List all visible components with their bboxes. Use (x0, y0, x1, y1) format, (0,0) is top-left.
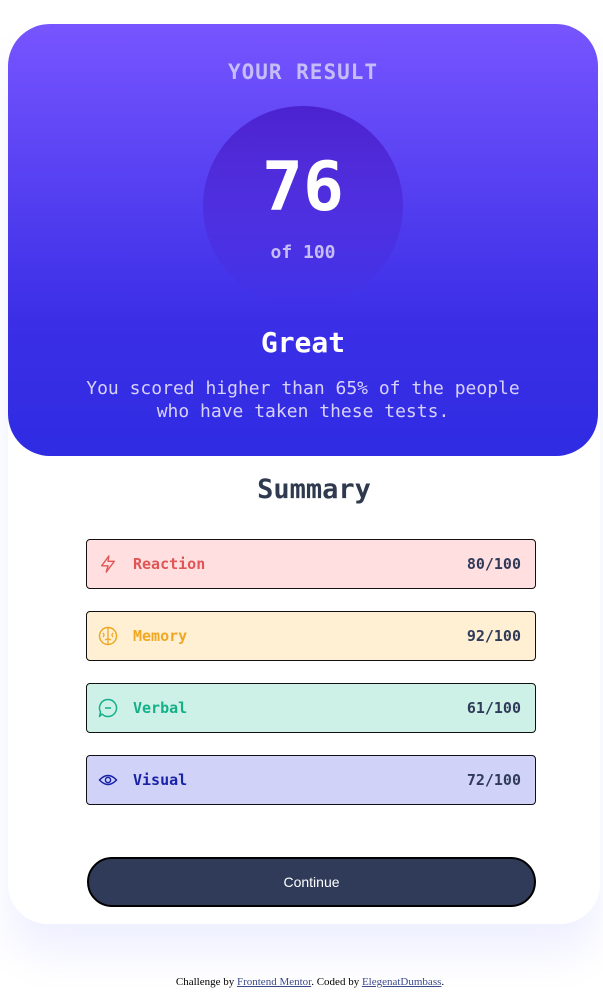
eye-icon (97, 769, 119, 791)
frontend-mentor-link[interactable]: Frontend Mentor (237, 976, 311, 988)
summary-item-verbal: Verbal 61/100 (86, 683, 536, 733)
summary-item-label: Verbal (133, 699, 188, 717)
attribution-prefix: Challenge by (175, 976, 237, 988)
summary-item-label: Memory (133, 627, 188, 645)
summary-item-visual: Visual 72/100 (86, 755, 536, 805)
score-circle: 76 of 100 (203, 106, 403, 306)
attribution: Challenge by Frontend Mentor. Coded by E… (0, 976, 603, 988)
summary-item-value: 61/100 (466, 699, 521, 717)
author-link[interactable]: ElegenatDumbass (362, 976, 441, 988)
result-heading: YOUR RESULT (227, 60, 379, 84)
result-panel: YOUR RESULT 76 of 100 Great You scored h… (8, 24, 598, 456)
summary-item-value: 92/100 (466, 627, 521, 645)
summary-item-value: 80/100 (466, 555, 521, 573)
result-message: You scored higher than 65% of the people… (86, 378, 520, 422)
summary-item-memory: Memory 92/100 (86, 611, 536, 661)
summary-item-reaction: Reaction 80/100 (86, 539, 536, 589)
attribution-middle: . Coded by (311, 976, 362, 988)
lightning-icon (97, 553, 119, 575)
attribution-suffix: . (441, 976, 445, 988)
speech-bubble-icon (97, 697, 119, 719)
summary-title: Summary (257, 474, 371, 505)
summary-item-label: Reaction (133, 555, 206, 573)
summary-item-value: 72/100 (466, 771, 521, 789)
score-value: 76 (262, 148, 344, 227)
summary-item-label: Visual (133, 771, 188, 789)
brain-icon (97, 625, 119, 647)
grade-title: Great (260, 326, 346, 359)
continue-button[interactable]: Continue (87, 857, 536, 907)
score-out-of: of 100 (270, 242, 336, 263)
